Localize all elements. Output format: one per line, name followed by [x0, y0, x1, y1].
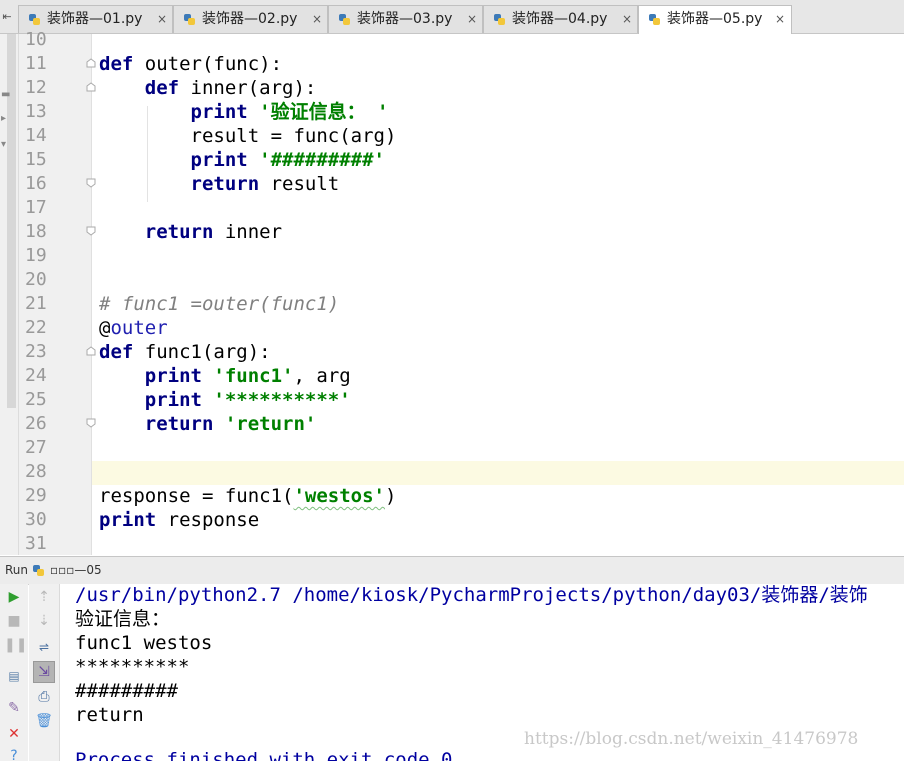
current-line-highlight [92, 461, 904, 485]
rerun-icon[interactable]: ▶ [4, 587, 24, 607]
line-number: 21 [25, 293, 47, 314]
line-number: 24 [25, 365, 47, 386]
tab-decorator-04[interactable]: 装饰器—04.py × [483, 5, 638, 33]
print-icon[interactable]: ⎙ [34, 687, 54, 707]
tab-close-icon[interactable]: × [467, 6, 477, 33]
collapse-arrow-icon[interactable]: ▾ [1, 138, 15, 152]
line-number: 31 [25, 533, 47, 554]
restore-layout-icon[interactable]: ▤ [4, 666, 24, 686]
tab-close-icon[interactable]: × [312, 6, 322, 33]
code-line-11: def outer(func): [99, 53, 283, 75]
run-tool-label[interactable]: Run [5, 563, 28, 577]
python-run-config-icon [33, 565, 44, 576]
code-line-14: result = func(arg) [190, 125, 397, 147]
code-line-15: print '#########' [190, 149, 386, 171]
code-line-29: response = func1('westos') [99, 485, 397, 507]
python-file-icon [29, 14, 40, 25]
python-file-icon [339, 14, 350, 25]
console-line: ********** [75, 656, 190, 678]
tab-label: 装饰器—03.py [357, 11, 453, 27]
console-line: 验证信息： [75, 608, 171, 630]
python-file-icon [649, 14, 660, 25]
run-toolbar-secondary: ⇡ ⇣ ⇌ ⇲ ⎙ 🗑 [29, 584, 60, 761]
line-number: 15 [25, 149, 47, 170]
run-panel-header: Run ▫▫▫—05 [0, 556, 904, 585]
line-number: 19 [25, 245, 47, 266]
console-line: return [75, 704, 144, 726]
code-line-18: return inner [144, 221, 283, 243]
line-number: 29 [25, 485, 47, 506]
python-file-icon [494, 14, 505, 25]
code-line-13: print '验证信息： ' [190, 101, 389, 123]
down-stack-icon[interactable]: ⇣ [34, 611, 54, 631]
console-line: func1 westos [75, 632, 213, 654]
tab-decorator-03[interactable]: 装饰器—03.py × [328, 5, 483, 33]
console-line: ######### [75, 680, 178, 702]
line-number: 27 [25, 437, 47, 458]
line-number: 14 [25, 125, 47, 146]
line-number: 17 [25, 197, 47, 218]
stop-icon[interactable]: ■ [4, 611, 24, 631]
line-number: 20 [25, 269, 47, 290]
run-toolbar-primary: ▶ ■ ❚❚ ▤ ✎ ✕ ? [0, 584, 28, 764]
tab-decorator-05[interactable]: 装饰器—05.py × [638, 5, 792, 34]
folder-icon[interactable]: ▬ [1, 88, 15, 102]
line-number: 18 [25, 221, 47, 242]
line-number: 28 [25, 461, 47, 482]
line-number: 16 [25, 173, 47, 194]
line-number: 10 [25, 29, 47, 50]
tab-scroll-left-icon[interactable]: ⇤ [0, 4, 14, 30]
tab-label: 装饰器—02.py [202, 11, 298, 27]
code-line-26: return 'return' [144, 413, 317, 435]
tab-close-icon[interactable]: × [157, 6, 167, 33]
clear-all-icon[interactable]: 🗑 [34, 711, 54, 731]
editor-tab-bar: ⇤ 装饰器—01.py × 装饰器—02.py × 装饰器—03.py × 装饰… [0, 0, 904, 34]
close-run-icon[interactable]: ✕ [4, 724, 24, 744]
code-line-12: def inner(arg): [144, 77, 317, 99]
code-line-24: print 'func1', arg [144, 365, 351, 387]
line-number: 26 [25, 413, 47, 434]
line-number: 30 [25, 509, 47, 530]
console-line-exit-status: Process finished with exit code 0 [75, 749, 453, 761]
line-number: 13 [25, 101, 47, 122]
watermark: https://blog.csdn.net/weixin_41476978 [524, 729, 859, 749]
line-number: 23 [25, 341, 47, 362]
up-stack-icon[interactable]: ⇡ [34, 587, 54, 607]
line-number: 22 [25, 317, 47, 338]
code-line-30: print response [99, 509, 260, 531]
tab-label: 装饰器—04.py [512, 11, 608, 27]
soft-wrap-icon[interactable]: ⇌ [34, 637, 54, 657]
tab-close-icon[interactable]: × [775, 6, 785, 33]
tab-label: 装饰器—05.py [667, 11, 763, 27]
code-line-25: print '**********' [144, 389, 351, 411]
help-icon[interactable]: ? [4, 746, 24, 766]
code-line-22: @outer [99, 317, 168, 339]
expand-arrow-icon[interactable]: ▸ [1, 112, 15, 126]
line-number-gutter: 10 11 12 13 14 15 16 17 18 19 20 21 22 2… [19, 29, 91, 555]
tab-close-icon[interactable]: × [622, 6, 632, 33]
run-config-name[interactable]: ▫▫▫—05 [50, 563, 102, 577]
code-line-23: def func1(arg): [99, 341, 271, 363]
pause-icon[interactable]: ❚❚ [4, 635, 27, 655]
scroll-to-end-icon[interactable]: ⇲ [33, 661, 55, 683]
line-number: 25 [25, 389, 47, 410]
tab-decorator-02[interactable]: 装饰器—02.py × [173, 5, 328, 33]
pin-tab-icon[interactable]: ✎ [4, 698, 24, 718]
python-file-icon [184, 14, 195, 25]
console-line: /usr/bin/python2.7 /home/kiosk/PycharmPr… [75, 584, 868, 606]
line-number: 11 [25, 53, 47, 74]
project-tool-strip: ▬ ▸ ▾ [0, 34, 19, 555]
code-line-21: # func1 =outer(func1) [99, 293, 340, 315]
line-number: 12 [25, 77, 47, 98]
code-editor[interactable]: def outer(func): def inner(arg): print '… [92, 34, 904, 555]
code-line-16: return result [190, 173, 340, 195]
